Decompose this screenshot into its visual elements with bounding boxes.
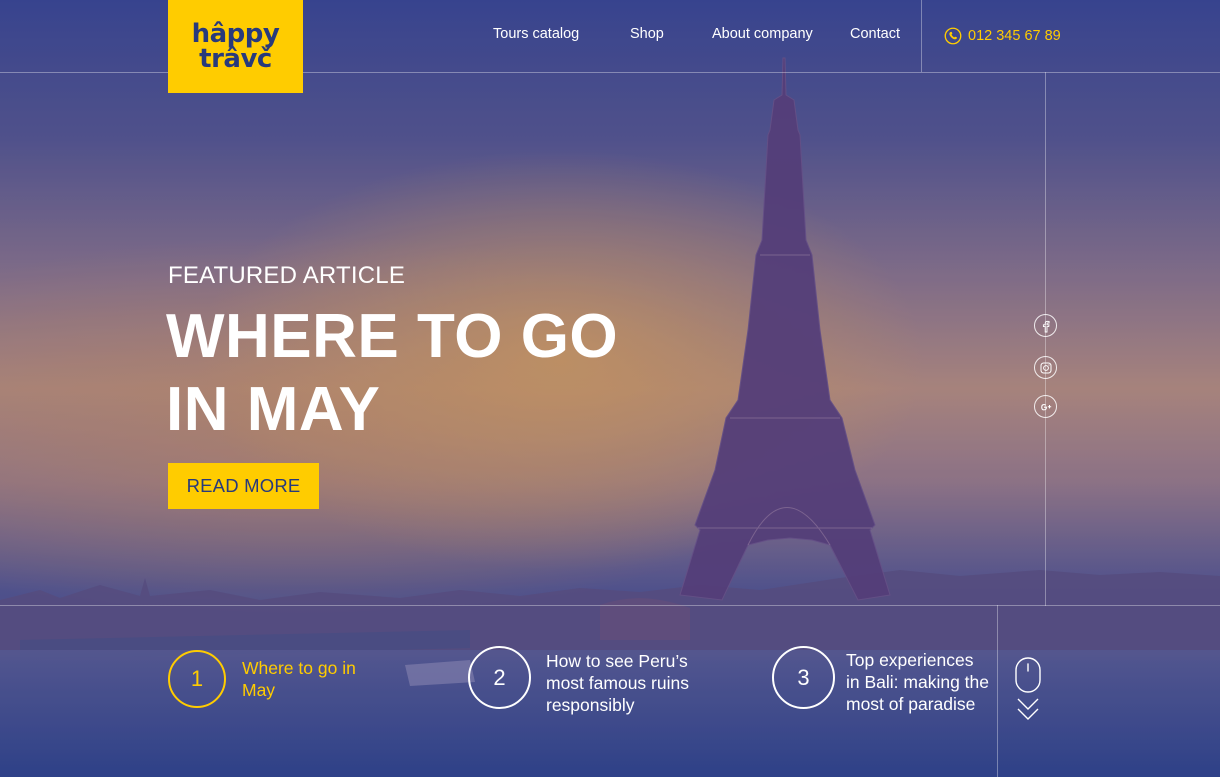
article-item-3[interactable]: 3 Top experiences in Bali: making the mo… <box>772 646 992 715</box>
featured-label: FEATURED ARTICLE <box>168 262 406 289</box>
article-number-badge: 1 <box>168 650 226 708</box>
article-item-1[interactable]: 1 Where to go in May <box>168 650 408 708</box>
logo-line-1: hâppy <box>191 18 280 49</box>
article-title: Top experiences in Bali: making the most… <box>846 650 989 714</box>
facebook-icon[interactable] <box>1034 314 1057 337</box>
google-plus-icon[interactable] <box>1034 395 1057 418</box>
scroll-down-icon[interactable] <box>1014 657 1042 723</box>
footer-divider-line <box>0 605 1220 606</box>
page-title: WHERE TO GO IN MAY <box>166 300 646 446</box>
article-item-2[interactable]: 2 How to see Peru’s most famous ruins re… <box>468 646 728 716</box>
phone-number: 012 345 67 89 <box>968 28 1061 44</box>
phone-icon <box>944 27 962 45</box>
brand-logo[interactable]: hâppy trâvč <box>168 0 303 93</box>
read-more-button[interactable]: READ MORE <box>168 463 319 509</box>
logo-line-2: trâvč <box>199 43 272 74</box>
article-title: Where to go in May <box>242 658 356 700</box>
nav-item-tours-catalog[interactable]: Tours catalog <box>493 26 579 42</box>
article-title: How to see Peru’s most famous ruins resp… <box>546 651 689 715</box>
social-rail-line <box>1045 72 1046 606</box>
nav-item-contact[interactable]: Contact <box>850 26 900 42</box>
nav-item-shop[interactable]: Shop <box>630 26 664 42</box>
scroll-divider-line <box>997 605 998 777</box>
phone-link[interactable]: 012 345 67 89 <box>944 27 1061 45</box>
nav-item-about-company[interactable]: About company <box>712 26 813 42</box>
instagram-icon[interactable] <box>1034 356 1057 379</box>
phone-divider-line <box>921 0 922 72</box>
headline-line-1: WHERE TO GO <box>166 302 619 371</box>
article-number-badge: 2 <box>468 646 531 709</box>
headline-line-2: IN MAY <box>166 375 381 444</box>
article-number-badge: 3 <box>772 646 835 709</box>
